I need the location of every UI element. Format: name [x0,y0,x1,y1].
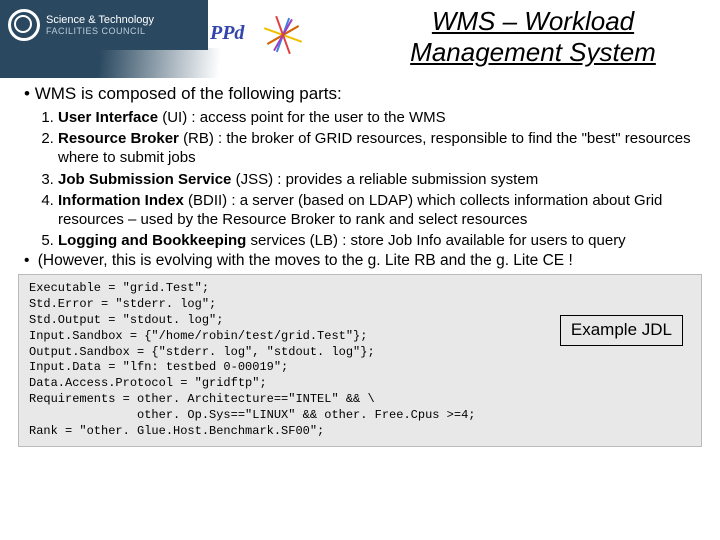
logo-line2: FACILITIES COUNCIL [46,26,154,36]
slide-content: WMS is composed of the following parts: … [0,78,720,270]
list-item: Logging and Bookkeeping services (LB) : … [58,231,700,250]
jdl-code-box: Executable = "grid.Test"; Std.Error = "s… [18,274,702,446]
slide-title: WMS – Workload Management System [368,6,698,68]
slide-header: Science & Technology FACILITIES COUNCIL … [0,0,720,78]
stfc-ring-icon [8,9,40,41]
list-item: Job Submission Service (JSS) : provides … [58,170,700,189]
parts-list: User Interface (UI) : access point for t… [58,108,700,250]
header-swoosh [0,48,400,78]
list-item: Resource Broker (RB) : the broker of GRI… [58,129,700,167]
particle-burst-icon [258,10,308,60]
ppd-label: PPd [210,22,244,45]
logo-line1: Science & Technology [46,14,154,26]
list-item: Information Index (BDII) : a server (bas… [58,191,700,229]
example-jdl-label: Example JDL [560,315,683,345]
stfc-logo: Science & Technology FACILITIES COUNCIL [0,0,208,50]
jdl-code: Executable = "grid.Test"; Std.Error = "s… [29,281,475,437]
list-item: User Interface (UI) : access point for t… [58,108,700,127]
however-note: (However, this is evolving with the move… [24,252,700,270]
stfc-logo-text: Science & Technology FACILITIES COUNCIL [46,14,154,36]
intro-bullet: WMS is composed of the following parts: [24,84,700,104]
